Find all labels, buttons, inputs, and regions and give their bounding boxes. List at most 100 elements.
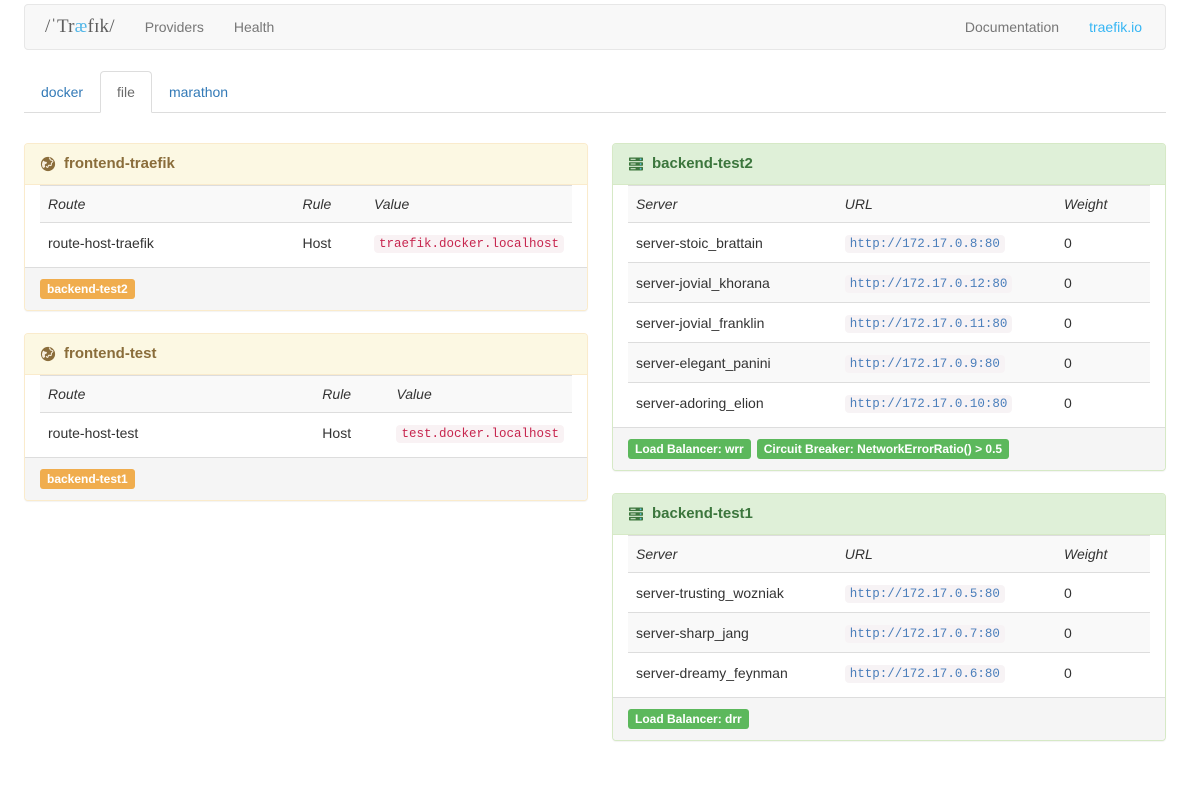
server-icon: [628, 506, 644, 522]
circuit-breaker-badge: Circuit Breaker: NetworkErrorRatio() > 0…: [757, 439, 1009, 459]
server-url-cell: http://172.17.0.10:80: [837, 383, 1056, 428]
server-url-cell: http://172.17.0.9:80: [837, 343, 1056, 383]
table-row: route-host-test Host test.docker.localho…: [40, 413, 572, 458]
server-url-cell: http://172.17.0.6:80: [837, 653, 1056, 698]
backend-badge[interactable]: backend-test2: [40, 279, 135, 299]
server-url[interactable]: http://172.17.0.5:80: [845, 585, 1005, 603]
column-header-value: Value: [366, 186, 572, 223]
column-header-server: Server: [628, 536, 837, 573]
server-url[interactable]: http://172.17.0.10:80: [845, 395, 1013, 413]
frontend-panel-body: Route Rule Value route-host-traefik Host…: [25, 185, 587, 267]
server-name: server-stoic_brattain: [628, 223, 837, 263]
server-url[interactable]: http://172.17.0.12:80: [845, 275, 1013, 293]
server-name: server-elegant_panini: [628, 343, 837, 383]
server-url-cell: http://172.17.0.12:80: [837, 263, 1056, 303]
nav-link-traefik-io[interactable]: traefik.io: [1074, 5, 1157, 49]
table-header-row: Server URL Weight: [628, 186, 1150, 223]
column-header-rule: Rule: [294, 186, 366, 223]
server-name: server-jovial_khorana: [628, 263, 837, 303]
tab-marathon[interactable]: marathon: [152, 71, 245, 113]
backend-panel-heading: backend-test2: [613, 144, 1165, 185]
tab-file[interactable]: file: [100, 71, 152, 113]
backend-title: backend-test1: [652, 505, 753, 523]
backend-panel-footer: Load Balancer: drr: [613, 697, 1165, 740]
frontend-panel-footer: backend-test1: [25, 457, 587, 500]
backend-panel-heading: backend-test1: [613, 494, 1165, 535]
table-row: server-trusting_wozniak http://172.17.0.…: [628, 573, 1150, 613]
server-weight: 0: [1056, 573, 1150, 613]
nav-link-health[interactable]: Health: [219, 5, 289, 49]
column-header-url: URL: [837, 536, 1056, 573]
column-header-url: URL: [837, 186, 1056, 223]
backend-panel: backend-test1 Server URL Weight server-t…: [612, 493, 1166, 741]
frontend-title: frontend-test: [64, 345, 157, 363]
tab-docker[interactable]: docker: [24, 71, 100, 113]
backends-column: backend-test2 Server URL Weight server-s…: [612, 143, 1166, 763]
column-header-value: Value: [388, 376, 572, 413]
table-header-row: Server URL Weight: [628, 536, 1150, 573]
backend-servers-table: Server URL Weight server-trusting_woznia…: [628, 535, 1150, 697]
brand-text-post: fɪk/: [88, 16, 115, 37]
server-name: server-trusting_wozniak: [628, 573, 837, 613]
table-row: server-jovial_franklin http://172.17.0.1…: [628, 303, 1150, 343]
backend-badge[interactable]: backend-test1: [40, 469, 135, 489]
server-url[interactable]: http://172.17.0.7:80: [845, 625, 1005, 643]
backend-panel: backend-test2 Server URL Weight server-s…: [612, 143, 1166, 471]
brand-text-ae: æ: [75, 16, 88, 37]
brand-text-pre: /ˈTr: [45, 16, 75, 37]
traefik-dashboard: /ˈTræfɪk/ Providers Health Documentation…: [0, 0, 1197, 807]
backend-panel-body: Server URL Weight server-trusting_woznia…: [613, 535, 1165, 697]
nav-link-providers[interactable]: Providers: [130, 5, 219, 49]
server-weight: 0: [1056, 263, 1150, 303]
server-url-cell: http://172.17.0.5:80: [837, 573, 1056, 613]
navbar-right-links: Documentation traefik.io: [950, 5, 1165, 49]
server-url[interactable]: http://172.17.0.6:80: [845, 665, 1005, 683]
route-value: traefik.docker.localhost: [374, 235, 564, 253]
nav-link-documentation[interactable]: Documentation: [950, 5, 1074, 49]
table-row: server-dreamy_feynman http://172.17.0.6:…: [628, 653, 1150, 698]
route-value-cell: traefik.docker.localhost: [366, 223, 572, 268]
route-rule: Host: [314, 413, 388, 458]
server-url-cell: http://172.17.0.8:80: [837, 223, 1056, 263]
load-balancer-badge: Load Balancer: wrr: [628, 439, 751, 459]
server-icon: [628, 156, 644, 172]
table-row: route-host-traefik Host traefik.docker.l…: [40, 223, 572, 268]
column-header-server: Server: [628, 186, 837, 223]
column-header-route: Route: [40, 376, 314, 413]
server-url-cell: http://172.17.0.7:80: [837, 613, 1056, 653]
brand-logo[interactable]: /ˈTræfɪk/: [25, 16, 130, 38]
server-name: server-sharp_jang: [628, 613, 837, 653]
table-header-row: Route Rule Value: [40, 376, 572, 413]
route-value-cell: test.docker.localhost: [388, 413, 572, 458]
route-name: route-host-traefik: [40, 223, 294, 268]
table-row: server-jovial_khorana http://172.17.0.12…: [628, 263, 1150, 303]
server-url[interactable]: http://172.17.0.9:80: [845, 355, 1005, 373]
column-header-route: Route: [40, 186, 294, 223]
frontend-routes-table: Route Rule Value route-host-test Host te…: [40, 375, 572, 457]
navbar-links: Providers Health: [130, 5, 290, 49]
route-value: test.docker.localhost: [396, 425, 564, 443]
server-weight: 0: [1056, 653, 1150, 698]
frontend-panel: frontend-test Route Rule Value route-hos…: [24, 333, 588, 501]
table-row: server-elegant_panini http://172.17.0.9:…: [628, 343, 1150, 383]
frontend-panel-footer: backend-test2: [25, 267, 587, 310]
table-row: server-stoic_brattain http://172.17.0.8:…: [628, 223, 1150, 263]
load-balancer-badge: Load Balancer: drr: [628, 709, 749, 729]
backend-panel-body: Server URL Weight server-stoic_brattain …: [613, 185, 1165, 427]
server-weight: 0: [1056, 383, 1150, 428]
backend-title: backend-test2: [652, 155, 753, 173]
column-header-weight: Weight: [1056, 536, 1150, 573]
server-name: server-adoring_elion: [628, 383, 837, 428]
globe-icon: [40, 346, 56, 362]
column-header-rule: Rule: [314, 376, 388, 413]
server-url[interactable]: http://172.17.0.11:80: [845, 315, 1013, 333]
frontends-column: frontend-traefik Route Rule Value route-…: [24, 143, 588, 523]
server-weight: 0: [1056, 223, 1150, 263]
server-weight: 0: [1056, 303, 1150, 343]
frontend-routes-table: Route Rule Value route-host-traefik Host…: [40, 185, 572, 267]
globe-icon: [40, 156, 56, 172]
route-rule: Host: [294, 223, 366, 268]
route-name: route-host-test: [40, 413, 314, 458]
server-url[interactable]: http://172.17.0.8:80: [845, 235, 1005, 253]
frontend-panel-heading: frontend-test: [25, 334, 587, 375]
